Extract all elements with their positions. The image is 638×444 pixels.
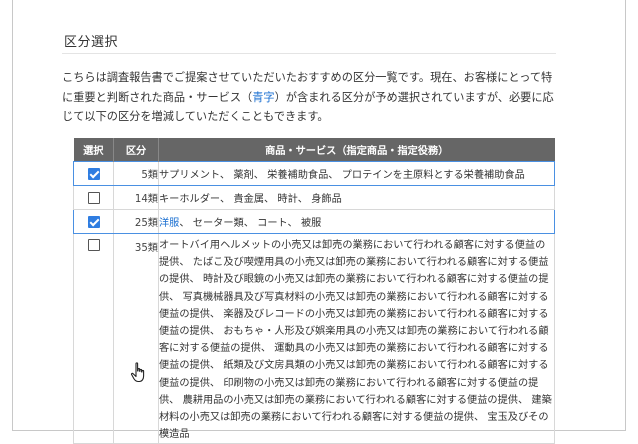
- title-divider: [62, 53, 556, 54]
- class-cell: 35類: [113, 232, 159, 444]
- header-class: 区分: [113, 138, 159, 162]
- checkbox-checked[interactable]: [87, 215, 100, 228]
- checkbox-unchecked[interactable]: [87, 239, 100, 251]
- goods-cell: キーホルダー、 貴金属、 時計、 身飾品: [158, 185, 555, 210]
- select-cell[interactable]: [73, 185, 114, 210]
- class-selection-table: 選択 区分 商品・サービス（指定商品・指定役務） 5類 サプリメント、 薬剤、 …: [73, 138, 555, 444]
- goods-text: 、 セーター類、 コート、 被服: [179, 218, 322, 229]
- class-cell: 14類: [113, 185, 159, 210]
- goods-cell: オートバイ用ヘルメットの小売又は卸売の業務において行われる顧客に対する便益の提供…: [158, 232, 555, 444]
- table-row[interactable]: 35類 オートバイ用ヘルメットの小売又は卸売の業務において行われる顧客に対する便…: [73, 232, 555, 444]
- goods-cell: 洋服、 セーター類、 コート、 被服: [158, 209, 555, 234]
- checkbox-unchecked[interactable]: [87, 191, 100, 204]
- checkbox-checked[interactable]: [87, 167, 100, 180]
- goods-highlight: 洋服: [159, 218, 180, 229]
- select-cell[interactable]: [73, 161, 114, 186]
- class-cell: 5類: [113, 161, 159, 186]
- intro-text: こちらは調査報告書でご提案させていただいたおすすめの区分一覧です。現在、お客様に…: [62, 68, 556, 127]
- header-select: 選択: [73, 138, 114, 162]
- section-title: 区分選択: [64, 35, 119, 50]
- select-cell[interactable]: [73, 209, 114, 234]
- select-cell[interactable]: [73, 232, 114, 444]
- goods-cell: サプリメント、 薬剤、 栄養補助食品、 プロテインを主原料とする栄養補助食品: [158, 161, 555, 186]
- header-goods: 商品・サービス（指定商品・指定役務）: [158, 138, 555, 162]
- intro-highlight: 青字: [252, 90, 275, 104]
- table-header-row: 選択 区分 商品・サービス（指定商品・指定役務）: [73, 138, 555, 162]
- table-row[interactable]: 25類 洋服、 セーター類、 コート、 被服: [73, 209, 555, 234]
- table-row[interactable]: 5類 サプリメント、 薬剤、 栄養補助食品、 プロテインを主原料とする栄養補助食…: [73, 161, 555, 186]
- class-cell: 25類: [113, 209, 159, 234]
- table-row[interactable]: 14類 キーホルダー、 貴金属、 時計、 身飾品: [73, 185, 555, 210]
- hand-pointer-icon: [130, 362, 150, 384]
